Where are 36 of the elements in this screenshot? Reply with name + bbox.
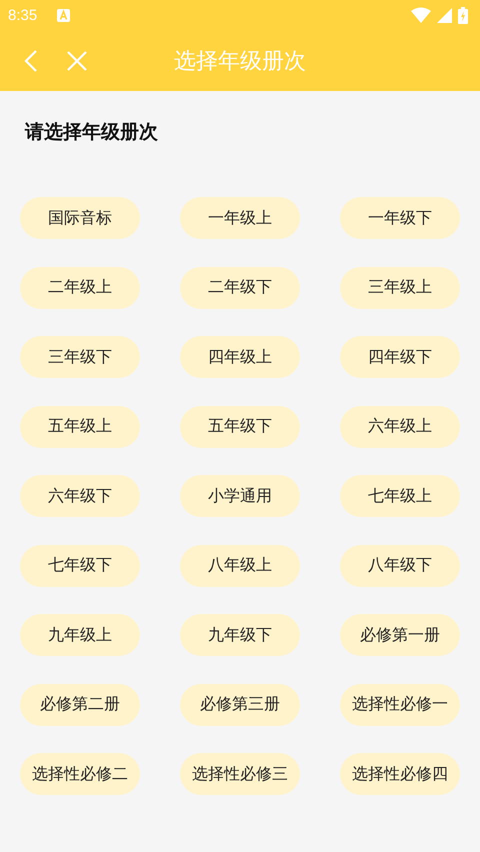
back-icon (24, 50, 38, 72)
grade-chip[interactable]: 六年级下 (20, 475, 140, 517)
grade-chip[interactable]: 五年级下 (180, 406, 300, 448)
grade-chip[interactable]: 九年级上 (20, 614, 140, 656)
close-icon (67, 50, 87, 70)
grade-chip[interactable]: 二年级下 (180, 266, 300, 308)
section-heading: 请选择年级册次 (24, 120, 159, 145)
grade-chip[interactable]: 三年级上 (340, 266, 460, 308)
grade-chip[interactable]: 七年级下 (20, 544, 140, 586)
grade-chip[interactable]: 选择性必修四 (340, 753, 460, 795)
grade-chip[interactable]: 一年级下 (340, 197, 460, 239)
grade-chip[interactable]: 四年级下 (340, 336, 460, 378)
grade-chip[interactable]: 选择性必修二 (20, 753, 140, 795)
grade-chip[interactable]: 九年级下 (180, 614, 300, 656)
grade-chip[interactable]: 六年级上 (340, 406, 460, 448)
battery-icon (458, 6, 468, 24)
signal-icon (437, 8, 452, 22)
grade-chip[interactable]: 必修第一册 (340, 614, 460, 656)
grade-chip[interactable]: 国际音标 (20, 197, 140, 239)
grade-chip[interactable]: 必修第三册 (180, 684, 300, 726)
page-title: 选择年级册次 (174, 48, 306, 76)
notification-icon (57, 8, 70, 22)
grade-chip[interactable]: 小学通用 (180, 475, 300, 517)
grade-chip[interactable]: 一年级上 (180, 197, 300, 239)
grade-chip[interactable]: 选择性必修一 (340, 684, 460, 726)
grade-chip[interactable]: 选择性必修三 (180, 753, 300, 795)
grade-chip[interactable]: 必修第二册 (20, 684, 140, 726)
grade-chip[interactable]: 二年级上 (20, 266, 140, 308)
wifi-icon (411, 7, 431, 23)
grade-chip[interactable]: 五年级上 (20, 406, 140, 448)
grade-chip[interactable]: 八年级上 (180, 544, 300, 586)
grade-chip[interactable]: 七年级上 (340, 475, 460, 517)
grade-chip[interactable]: 八年级下 (340, 544, 460, 586)
status-time: 8:35 (8, 6, 38, 24)
grade-chip[interactable]: 三年级下 (20, 336, 140, 378)
grade-chip[interactable]: 四年级上 (180, 336, 300, 378)
